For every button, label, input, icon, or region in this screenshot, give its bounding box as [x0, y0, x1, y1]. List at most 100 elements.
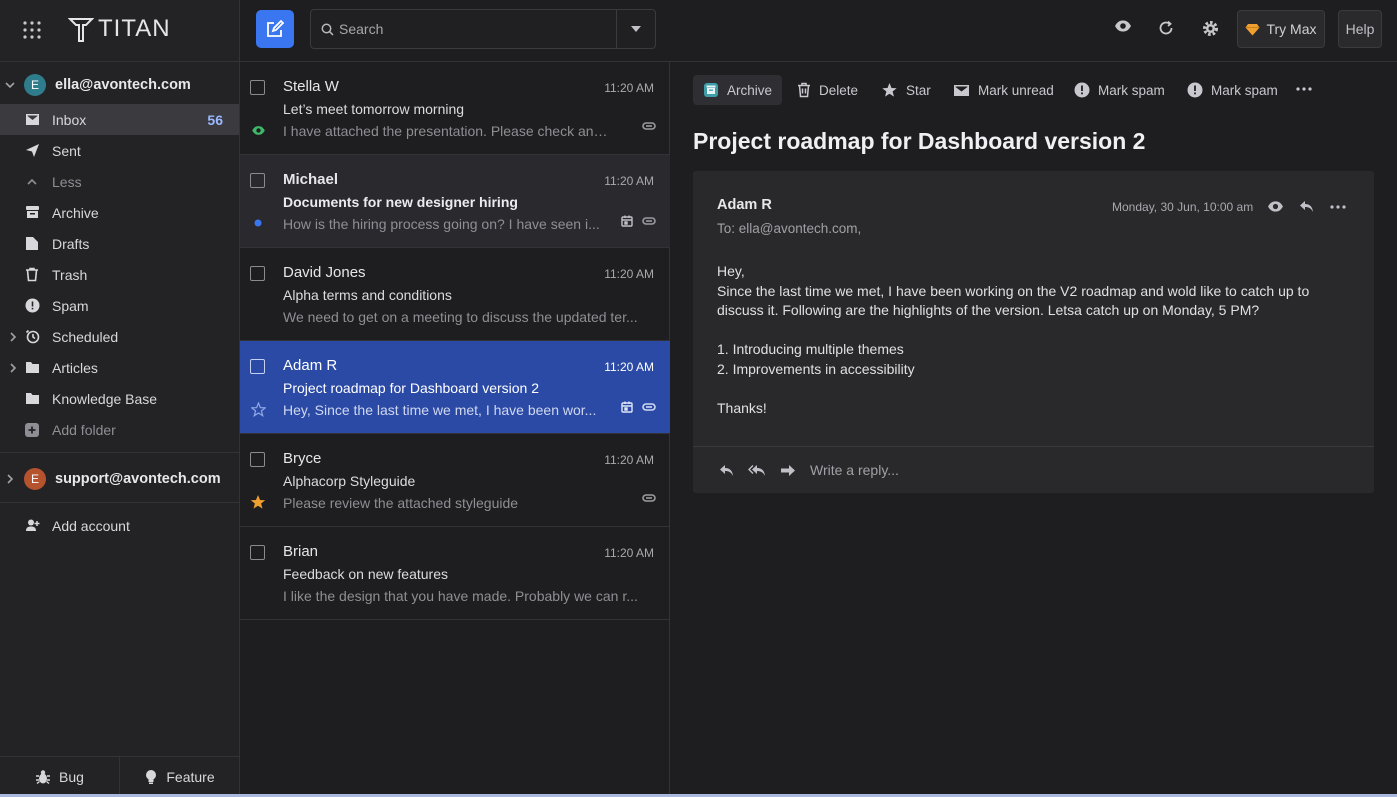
mark-spam-button-2[interactable]: Mark spam	[1177, 75, 1288, 105]
chevron-down-icon[interactable]	[4, 79, 18, 91]
add-account-button[interactable]: Add account	[0, 510, 239, 541]
inbox-icon	[24, 112, 40, 128]
compose-button[interactable]	[256, 10, 294, 48]
message-card: Adam R To: ella@avontech.com, Monday, 30…	[693, 171, 1374, 493]
search-box[interactable]	[310, 9, 656, 49]
plus-circle-icon	[24, 422, 40, 438]
sidebar-item-spam[interactable]: Spam	[0, 290, 239, 321]
envelope-icon	[953, 84, 970, 97]
sidebar-item-less[interactable]: Less	[0, 166, 239, 197]
account-ella[interactable]: E ella@avontech.com	[4, 72, 191, 98]
star-label: Star	[906, 82, 931, 98]
account-support[interactable]: E support@avontech.com	[4, 466, 221, 492]
email-subject: Alpha terms and conditions	[283, 287, 452, 303]
chevron-right-icon[interactable]	[4, 473, 18, 485]
message-date: Monday, 30 Jun, 10:00 am	[1112, 200, 1254, 214]
email-sender: Bryce	[283, 450, 322, 467]
add-folder-button[interactable]: Add folder	[0, 414, 239, 445]
refresh-icon[interactable]	[1158, 20, 1174, 36]
email-time: 11:20 AM	[604, 174, 654, 188]
more-options-icon[interactable]	[1330, 205, 1346, 209]
reply-bar	[693, 447, 1374, 493]
message-sender: Adam R	[717, 197, 772, 213]
email-subject: Project roadmap for Dashboard version 2	[283, 380, 540, 396]
compose-icon	[265, 19, 285, 39]
spam-icon	[1187, 82, 1203, 98]
delete-button[interactable]: Delete	[787, 75, 868, 105]
titan-logo-icon	[68, 16, 94, 44]
star-outline-icon[interactable]	[250, 401, 266, 417]
row-checkbox[interactable]	[250, 80, 265, 95]
row-checkbox[interactable]	[250, 173, 265, 188]
sidebar-item-label: Archive	[52, 204, 99, 221]
email-preview: How is the hiring process going on? I ha…	[283, 216, 600, 232]
email-subject: Let’s meet tomorrow morning	[283, 101, 465, 117]
sidebar-item-archive[interactable]: Archive	[0, 197, 239, 228]
folder-icon	[24, 360, 40, 376]
sidebar-item-label: Trash	[52, 266, 88, 283]
reply-icon[interactable]	[1299, 200, 1314, 213]
sidebar-item-knowledge-base[interactable]: Knowledge Base	[0, 383, 239, 414]
top-bar: Try Max Help	[240, 0, 1397, 62]
bug-icon	[35, 769, 51, 785]
sidebar-item-articles[interactable]: Articles	[0, 352, 239, 383]
more-options-icon[interactable]	[1296, 87, 1312, 91]
sidebar-item-trash[interactable]: Trash	[0, 259, 239, 290]
sidebar-item-label: Knowledge Base	[52, 390, 158, 407]
reading-pane: Archive Delete Star Mark unread Mark spa…	[671, 62, 1397, 797]
email-sender: Michael	[283, 171, 339, 188]
feature-request-button[interactable]: Feature	[119, 757, 239, 797]
email-row[interactable]: David Jones 11:20 AM Alpha terms and con…	[240, 248, 670, 341]
email-row[interactable]: Bryce 11:20 AM Alphacorp Styleguide Plea…	[240, 434, 670, 527]
bug-report-button[interactable]: Bug	[0, 757, 119, 797]
sidebar-item-drafts[interactable]: Drafts	[0, 228, 239, 259]
help-button[interactable]: Help	[1338, 10, 1382, 48]
row-checkbox[interactable]	[250, 266, 265, 281]
try-max-button[interactable]: Try Max	[1237, 10, 1325, 48]
apps-grid-icon[interactable]	[22, 20, 42, 40]
email-preview: We need to get on a meeting to discuss t…	[283, 309, 638, 325]
eye-icon[interactable]	[1267, 200, 1284, 213]
clock-icon	[24, 329, 40, 345]
mark-spam-button[interactable]: Mark spam	[1064, 75, 1175, 105]
eye-icon[interactable]	[1114, 19, 1132, 33]
archive-button[interactable]: Archive	[693, 75, 783, 105]
reply-icon[interactable]	[719, 464, 734, 477]
email-row[interactable]: Michael 11:20 AM Documents for new desig…	[240, 155, 670, 248]
star-icon[interactable]	[250, 494, 266, 510]
sidebar-item-label: Sent	[52, 142, 81, 159]
forward-icon[interactable]	[780, 464, 796, 477]
row-checkbox[interactable]	[250, 452, 265, 467]
search-options-dropdown[interactable]	[616, 10, 655, 48]
email-time: 11:20 AM	[604, 81, 654, 95]
star-icon	[881, 82, 898, 98]
reply-all-icon[interactable]	[748, 464, 766, 477]
sidebar-item-label: Add account	[52, 517, 130, 534]
attachment-icon	[642, 403, 656, 411]
chevron-right-icon[interactable]	[8, 362, 18, 374]
send-icon	[24, 143, 40, 159]
sidebar-item-scheduled[interactable]: Scheduled	[0, 321, 239, 352]
archive-label: Archive	[727, 82, 773, 98]
mark-unread-button[interactable]: Mark unread	[943, 75, 1064, 105]
sidebar-item-inbox[interactable]: Inbox 56	[0, 104, 239, 135]
search-input[interactable]	[339, 10, 609, 48]
trash-icon	[24, 267, 40, 283]
email-list: Stella W 11:20 AM Let’s meet tomorrow mo…	[240, 62, 670, 797]
sidebar-item-sent[interactable]: Sent	[0, 135, 239, 166]
chevron-right-icon[interactable]	[8, 331, 18, 343]
logo-text: TITAN	[98, 15, 171, 42]
sidebar-item-label: Articles	[52, 359, 98, 376]
reply-input[interactable]	[810, 462, 1210, 478]
calendar-icon	[621, 215, 633, 227]
row-checkbox[interactable]	[250, 359, 265, 374]
email-sender: David Jones	[283, 264, 366, 281]
archive-icon	[703, 82, 719, 98]
email-row[interactable]: Brian 11:20 AM Feedback on new features …	[240, 527, 670, 620]
star-button[interactable]: Star	[871, 75, 941, 105]
gear-icon[interactable]	[1202, 20, 1219, 37]
email-row[interactable]: Stella W 11:20 AM Let’s meet tomorrow mo…	[240, 62, 670, 155]
email-sender: Stella W	[283, 78, 339, 95]
email-row-selected[interactable]: Adam R 11:20 AM Project roadmap for Dash…	[240, 341, 670, 434]
row-checkbox[interactable]	[250, 545, 265, 560]
